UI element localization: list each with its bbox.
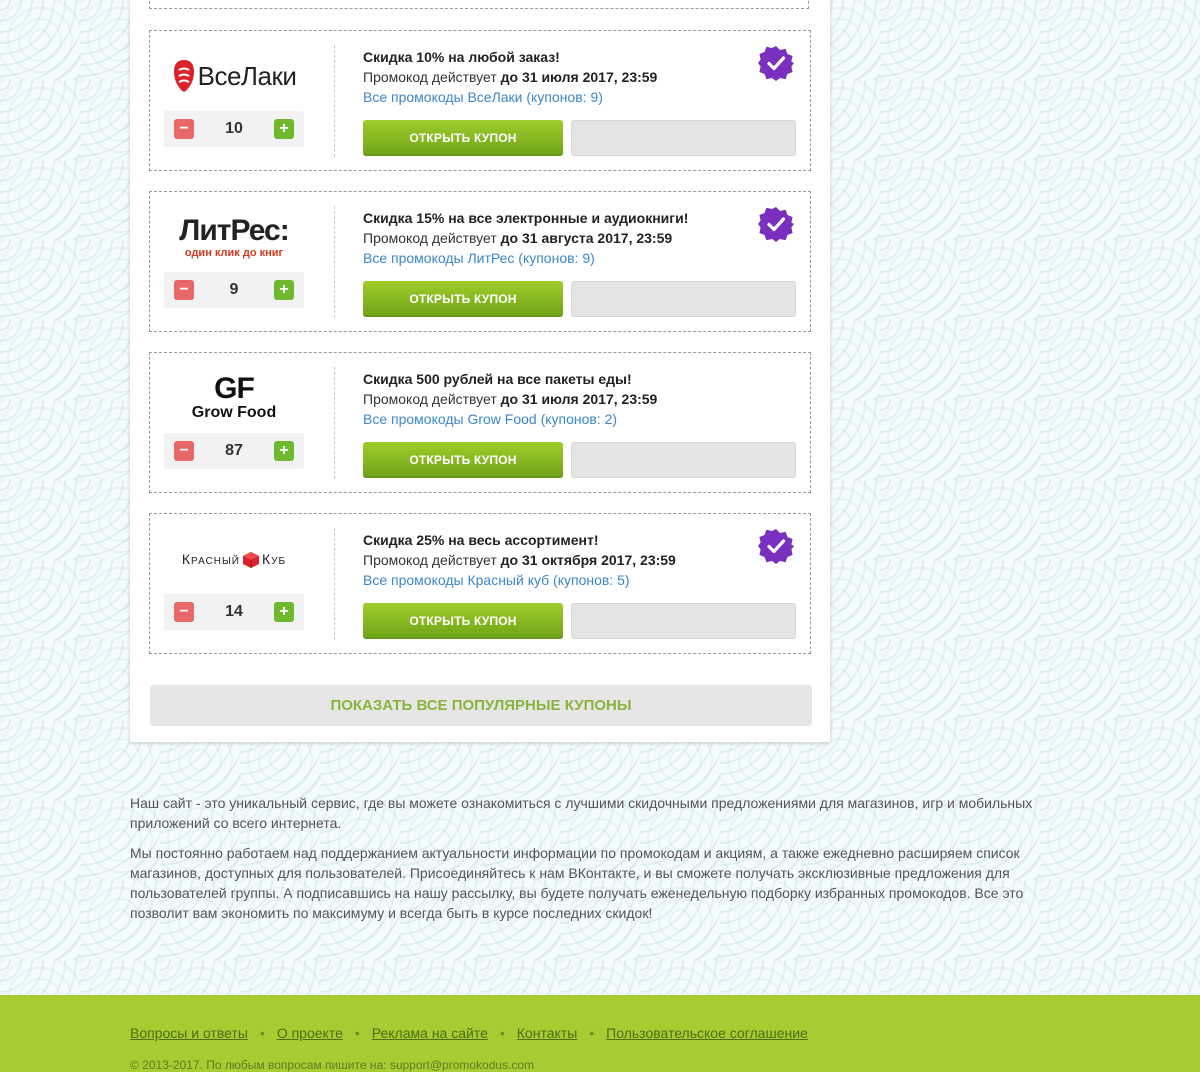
vote-plus-button[interactable]: + (274, 441, 294, 461)
open-coupon-button[interactable]: Открыть купон (363, 281, 563, 317)
vote-counter: − 10 + (164, 111, 304, 147)
vote-minus-button[interactable]: − (174, 602, 194, 622)
open-coupon-button[interactable]: Открыть купон (363, 120, 563, 156)
coupon-title: Скидка 25% на весь ассортимент! (363, 532, 599, 548)
vote-minus-button[interactable]: − (174, 280, 194, 300)
coupon-title: Скидка 10% на любой заказ! (363, 49, 560, 65)
about-paragraph: Наш сайт - это уникальный сервис, где вы… (130, 795, 1033, 831)
validity-date: до 31 июля 2017, 23:59 (500, 391, 658, 407)
verified-badge-icon (758, 46, 794, 81)
about-paragraph: Мы постоянно работаем над поддержанием а… (130, 845, 1024, 921)
vote-count: 87 (225, 442, 243, 459)
footer-link-about[interactable]: О проекте (277, 1025, 343, 1041)
previous-coupon-edge (149, 0, 809, 9)
vote-count: 9 (229, 281, 239, 298)
store-logo-slogan: один клик до книг (184, 247, 284, 259)
coupon-code-box[interactable] (571, 603, 796, 639)
store-coupons-link[interactable]: Все промокоды Красный куб (купонов: 5) (363, 570, 630, 590)
store-logo-vselaki[interactable]: ВсеЛаки (164, 51, 304, 101)
footer-separator: • (499, 1025, 505, 1041)
validity-prefix: Промокод действует (363, 552, 497, 568)
vote-count: 14 (225, 603, 243, 620)
store-coupons-link[interactable]: Все промокоды Grow Food (купонов: 2) (363, 409, 617, 429)
store-logo-slogan: Grow Food (191, 404, 277, 421)
store-logo-text: Красный (181, 551, 240, 567)
coupon-code-box[interactable] (571, 281, 796, 317)
store-logo-area: ВсеЛаки − 10 + (150, 45, 335, 157)
red-cube-icon (243, 552, 259, 568)
about-text: Наш сайт - это уникальный сервис, где вы… (130, 793, 1080, 933)
footer-link-user-agreement[interactable]: Пользовательское соглашение (606, 1025, 808, 1041)
validity-prefix: Промокод действует (363, 391, 497, 407)
footer-separator: • (589, 1025, 595, 1041)
coupon-card: GF Grow Food − 87 + Скидка 500 рублей на… (149, 352, 811, 493)
coupon-validity: Промокод действует до 31 июля 2017, 23:5… (363, 389, 753, 409)
store-logo-litres[interactable]: ЛитРес: один клик до книг (164, 212, 304, 262)
footer-link-contacts[interactable]: Контакты (517, 1025, 577, 1041)
open-coupon-button[interactable]: Открыть купон (363, 603, 563, 639)
vote-count: 10 (225, 120, 243, 137)
vote-plus-button[interactable]: + (274, 280, 294, 300)
vote-minus-button[interactable]: − (174, 119, 194, 139)
store-logo-area: GF Grow Food − 87 + (150, 367, 335, 479)
footer-link-advertising[interactable]: Реклама на сайте (372, 1025, 488, 1041)
store-coupons-link[interactable]: Все промокоды ВсеЛаки (купонов: 9) (363, 87, 603, 107)
validity-date: до 31 августа 2017, 23:59 (500, 230, 673, 246)
footer-separator: • (354, 1025, 360, 1041)
store-logo-text: ВсеЛаки (197, 60, 297, 91)
open-coupon-button[interactable]: Открыть купон (363, 442, 563, 478)
copyright: © 2013-2017. По любым вопросам пишите на… (130, 1058, 535, 1072)
footer: Вопросы и ответы • О проекте • Реклама на са… (0, 995, 1200, 1072)
footer-nav: Вопросы и ответы • О проекте • Реклама на са… (130, 1025, 808, 1041)
coupon-card: Красный Куб − 14 + Скидка 25% на весь ас… (149, 513, 811, 654)
coupon-code-box[interactable] (571, 120, 796, 156)
verified-badge-icon (758, 207, 794, 242)
coupon-code-box[interactable] (571, 442, 796, 478)
coupon-info: Скидка 10% на любой заказ! Промокод дейс… (363, 47, 753, 107)
coupon-validity: Промокод действует до 31 июля 2017, 23:5… (363, 67, 753, 87)
coupon-title: Скидка 15% на все электронные и аудиокни… (363, 210, 689, 226)
validity-date: до 31 октября 2017, 23:59 (500, 552, 676, 568)
vselaki-mark-icon (173, 60, 194, 92)
coupon-card: ВсеЛаки − 10 + Скидка 10% на любой заказ… (149, 30, 811, 171)
store-logo-text: ЛитРес: (179, 214, 289, 247)
coupon-card: ЛитРес: один клик до книг − 9 + Скидка 1… (149, 191, 811, 332)
store-logo-area: Красный Куб − 14 + (150, 528, 335, 640)
store-logo-text: GF (214, 372, 255, 405)
footer-link-faq[interactable]: Вопросы и ответы (130, 1025, 248, 1041)
coupon-title: Скидка 500 рублей на все пакеты еды! (363, 371, 632, 387)
verified-badge-icon (758, 529, 794, 564)
store-logo-krasny-kub[interactable]: Красный Куб (164, 534, 304, 584)
validity-prefix: Промокод действует (363, 230, 497, 246)
validity-prefix: Промокод действует (363, 69, 497, 85)
coupon-validity: Промокод действует до 31 октября 2017, 2… (363, 550, 753, 570)
coupon-validity: Промокод действует до 31 августа 2017, 2… (363, 228, 753, 248)
validity-date: до 31 июля 2017, 23:59 (500, 69, 658, 85)
vote-minus-button[interactable]: − (174, 441, 194, 461)
vote-plus-button[interactable]: + (274, 602, 294, 622)
vote-counter: − 9 + (164, 272, 304, 308)
coupon-info: Скидка 25% на весь ассортимент! Промокод… (363, 530, 753, 590)
vote-counter: − 14 + (164, 594, 304, 630)
show-all-popular-coupons-button[interactable]: Показать все популярные купоны (150, 685, 812, 726)
coupon-info: Скидка 15% на все электронные и аудиокни… (363, 208, 753, 268)
vote-counter: − 87 + (164, 433, 304, 469)
store-logo-text-2: Куб (262, 551, 287, 567)
store-logo-area: ЛитРес: один клик до книг − 9 + (150, 206, 335, 318)
coupon-info: Скидка 500 рублей на все пакеты еды! Про… (363, 369, 753, 429)
store-logo-growfood[interactable]: GF Grow Food (164, 373, 304, 423)
coupon-panel: ВсеЛаки − 10 + Скидка 10% на любой заказ… (130, 0, 830, 742)
vote-plus-button[interactable]: + (274, 119, 294, 139)
footer-separator: • (259, 1025, 265, 1041)
store-coupons-link[interactable]: Все промокоды ЛитРес (купонов: 9) (363, 248, 595, 268)
